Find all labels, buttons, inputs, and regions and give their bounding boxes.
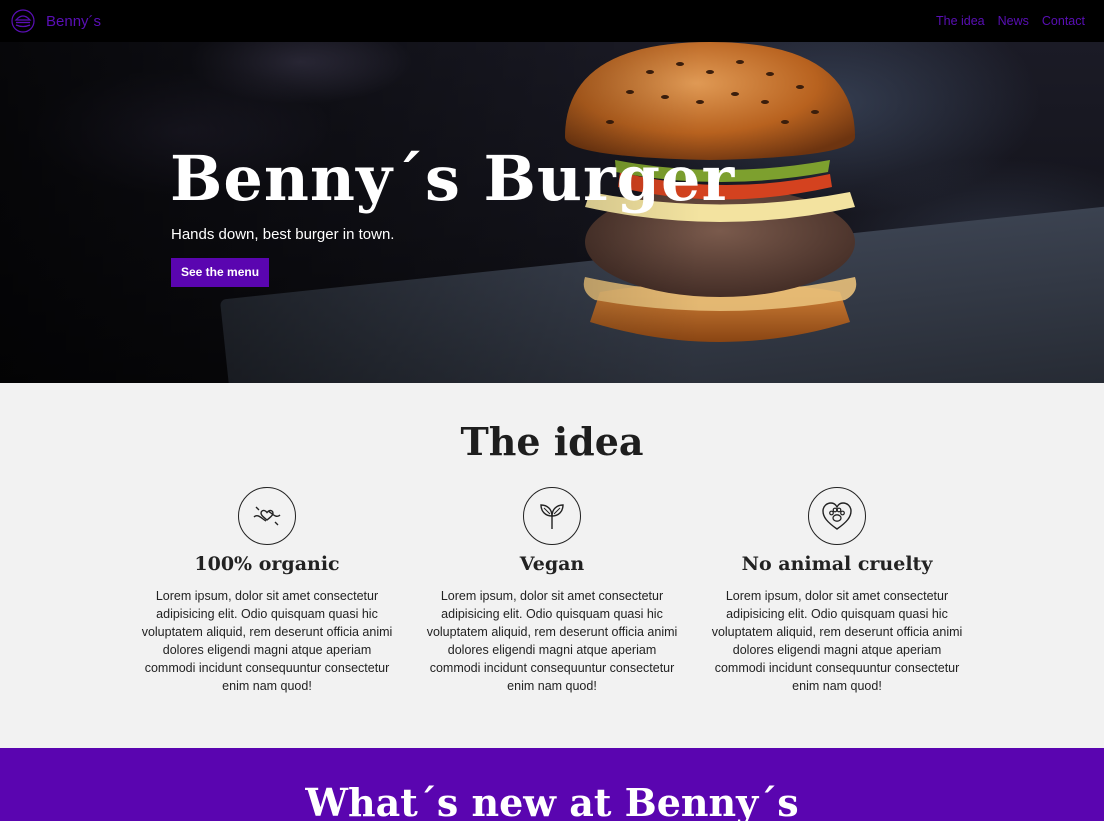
nav-link-news[interactable]: News [998, 14, 1029, 28]
idea-section: The idea 100% organic Lorem ipsum, dolor… [0, 383, 1104, 748]
feature-vegan: Vegan Lorem ipsum, dolor sit amet consec… [422, 487, 682, 695]
nav-link-the-idea[interactable]: The idea [936, 14, 985, 28]
news-title: What´s new at Benny´s [305, 780, 799, 821]
see-menu-button[interactable]: See the menu [171, 258, 270, 287]
hero-title: Benny´s Burger [170, 142, 736, 215]
nav-link-contact[interactable]: Contact [1042, 14, 1085, 28]
nav-links: The idea News Contact [936, 14, 1085, 28]
feature-title: No animal cruelty [741, 553, 933, 575]
feature-no-animal-cruelty: No animal cruelty Lorem ipsum, dolor sit… [707, 487, 967, 695]
sprout-icon [523, 487, 581, 545]
hero-section: Benny´s Burger Hands down, best burger i… [0, 42, 1104, 383]
idea-title: The idea [460, 419, 644, 464]
caring-hands-heart-icon [238, 487, 296, 545]
burger-icon [11, 9, 35, 33]
feature-text: Lorem ipsum, dolor sit amet consectetur … [711, 589, 963, 693]
brand-name: Benny´s [46, 12, 102, 30]
heart-paw-icon [808, 487, 866, 545]
feature-title: Vegan [519, 553, 585, 575]
hero-subtitle: Hands down, best burger in town. [171, 226, 395, 243]
navbar: Benny´s The idea News Contact [0, 0, 1104, 42]
feature-text: Lorem ipsum, dolor sit amet consectetur … [141, 589, 393, 693]
feature-title: 100% organic [194, 553, 340, 575]
brand-link[interactable]: Benny´s [11, 9, 101, 33]
feature-text: Lorem ipsum, dolor sit amet consectetur … [426, 589, 678, 693]
feature-organic: 100% organic Lorem ipsum, dolor sit amet… [137, 487, 397, 695]
news-section: What´s new at Benny´s [0, 748, 1104, 821]
